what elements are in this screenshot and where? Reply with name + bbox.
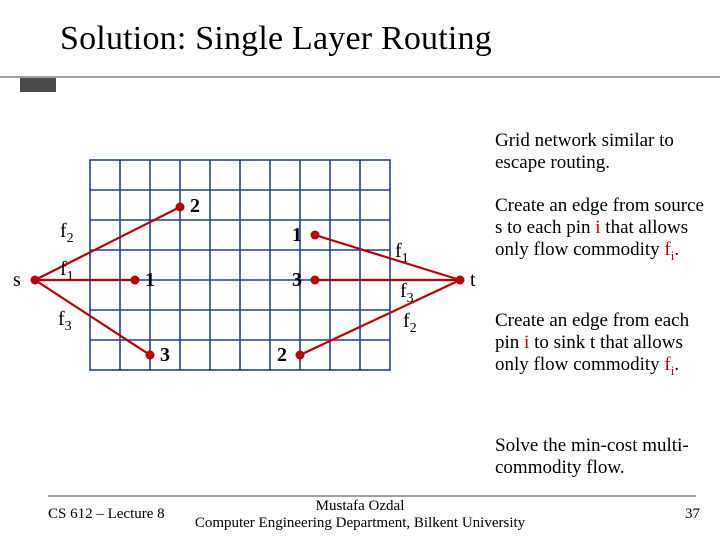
pin-label-l3: 3	[160, 344, 170, 367]
label-f3-right-sub: 3	[407, 291, 414, 306]
slide-title: Solution: Single Layer Routing	[60, 20, 690, 58]
label-f2-left-sub: 2	[67, 231, 74, 246]
label-f3-left: f3	[58, 308, 72, 335]
footer-author: Mustafa Ozdal	[0, 498, 720, 515]
label-f3-left-sub: 3	[65, 319, 72, 334]
pin-label-r1: 1	[292, 224, 302, 247]
caption-sink: Create an edge from each pin i to sink t…	[495, 310, 709, 378]
caption-solve: Solve the min-cost multi-commodity flow.	[495, 435, 709, 479]
slide: Solution: Single Layer Routing Grid netw…	[0, 0, 720, 540]
title-area: Solution: Single Layer Routing	[60, 20, 690, 58]
footer-center: Mustafa Ozdal Computer Engineering Depar…	[0, 498, 720, 533]
label-f2-right-f: f	[403, 310, 410, 332]
label-f1-right: f1	[395, 240, 409, 267]
footer-affiliation: Computer Engineering Department, Bilkent…	[0, 515, 720, 532]
title-divider	[0, 76, 720, 78]
label-f1-right-sub: 1	[402, 251, 409, 266]
label-f2-left: f2	[60, 220, 74, 247]
routing-svg	[10, 150, 490, 430]
label-f2-left-f: f	[60, 220, 67, 242]
pin-label-r3: 3	[292, 269, 302, 292]
caption-source: Create an edge from source s to each pin…	[495, 195, 709, 263]
pin-label-l1: 1	[145, 269, 155, 292]
label-f1-left-f: f	[60, 258, 67, 280]
caption-source-text-e: .	[674, 239, 679, 260]
label-f1-right-f: f	[395, 240, 402, 262]
footer-divider	[48, 495, 696, 497]
slide-number: 37	[685, 506, 700, 523]
pin-label-l2: 2	[190, 195, 200, 218]
label-f3-right-f: f	[400, 280, 407, 302]
caption-sink-text-e: .	[674, 354, 679, 375]
label-s: s	[13, 269, 21, 292]
caption-grid: Grid network similar to escape routing.	[495, 130, 705, 174]
pin-label-r2: 2	[277, 344, 287, 367]
label-f1-left: f1	[60, 258, 74, 285]
label-f2-right-sub: 2	[410, 321, 417, 336]
label-f3-right: f3	[400, 280, 414, 307]
label-f1-left-sub: 1	[67, 269, 74, 284]
title-accent	[20, 78, 56, 92]
routing-figure: s t f2 f1 f3 f1 f3 f2 2 1 3 1 3 2	[10, 150, 490, 430]
label-f2-right: f2	[403, 310, 417, 337]
label-f3-left-f: f	[58, 308, 65, 330]
label-t: t	[470, 269, 476, 292]
